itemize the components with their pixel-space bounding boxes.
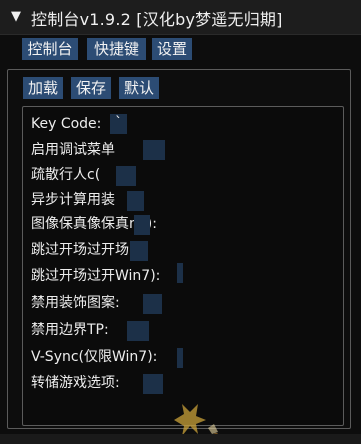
disable-border-tp-toggle[interactable] — [127, 321, 149, 341]
enable-debug-menu-toggle[interactable] — [143, 140, 165, 160]
tab-console[interactable]: 控制台 — [22, 38, 78, 60]
collapse-arrow-icon[interactable]: ▼ — [11, 9, 21, 24]
skip-intro-win7-toggle[interactable] — [177, 263, 183, 283]
console-window: ▼ 控制台v1.9.2 [汉化by梦遥无归期] 控制台 快捷键 设置 加载 保存… — [0, 0, 361, 444]
option-label-key-code: Key Code: — [31, 116, 102, 132]
option-label-enable-debug-menu: 启用调试菜单 — [31, 142, 115, 158]
async-compute-toggle[interactable] — [127, 191, 144, 211]
option-label-async-compute: 异步计算用装 — [31, 192, 115, 208]
option-label-skip-intro: 跳过开场过开场 — [31, 242, 129, 258]
tab-settings[interactable]: 设置 — [152, 38, 192, 60]
key-code-field[interactable]: ` — [110, 114, 127, 134]
load-button[interactable]: 加载 — [23, 77, 63, 99]
option-label-dump-game-options: 转储游戏选项: — [31, 375, 120, 391]
option-label-disable-decorations: 禁用装饰图案: — [31, 295, 120, 311]
image-fidelity-toggle[interactable] — [134, 215, 150, 235]
dump-game-options-toggle[interactable] — [143, 374, 163, 394]
save-button[interactable]: 保存 — [71, 77, 111, 99]
option-label-evacuate-pedestrians: 疏散行人c( — [31, 167, 101, 183]
disable-decorations-toggle[interactable] — [143, 294, 162, 314]
option-label-skip-intro-win7: 跳过开场过开Win7): — [31, 268, 161, 284]
skip-intro-toggle[interactable] — [130, 241, 148, 261]
evacuate-pedestrians-toggle[interactable] — [116, 166, 136, 186]
tab-hotkeys[interactable]: 快捷键 — [87, 38, 146, 60]
vsync-win7-toggle[interactable] — [177, 348, 183, 368]
default-button[interactable]: 默认 — [119, 77, 159, 99]
window-title: 控制台v1.9.2 [汉化by梦遥无归期] — [31, 10, 283, 29]
bottom-edge — [0, 434, 361, 444]
option-label-disable-border-tp: 禁用边界TP: — [31, 322, 109, 338]
option-label-vsync-win7: V-Sync(仅限Win7): — [31, 349, 158, 365]
title-bar[interactable]: ▼ 控制台v1.9.2 [汉化by梦遥无归期] — [0, 0, 361, 35]
